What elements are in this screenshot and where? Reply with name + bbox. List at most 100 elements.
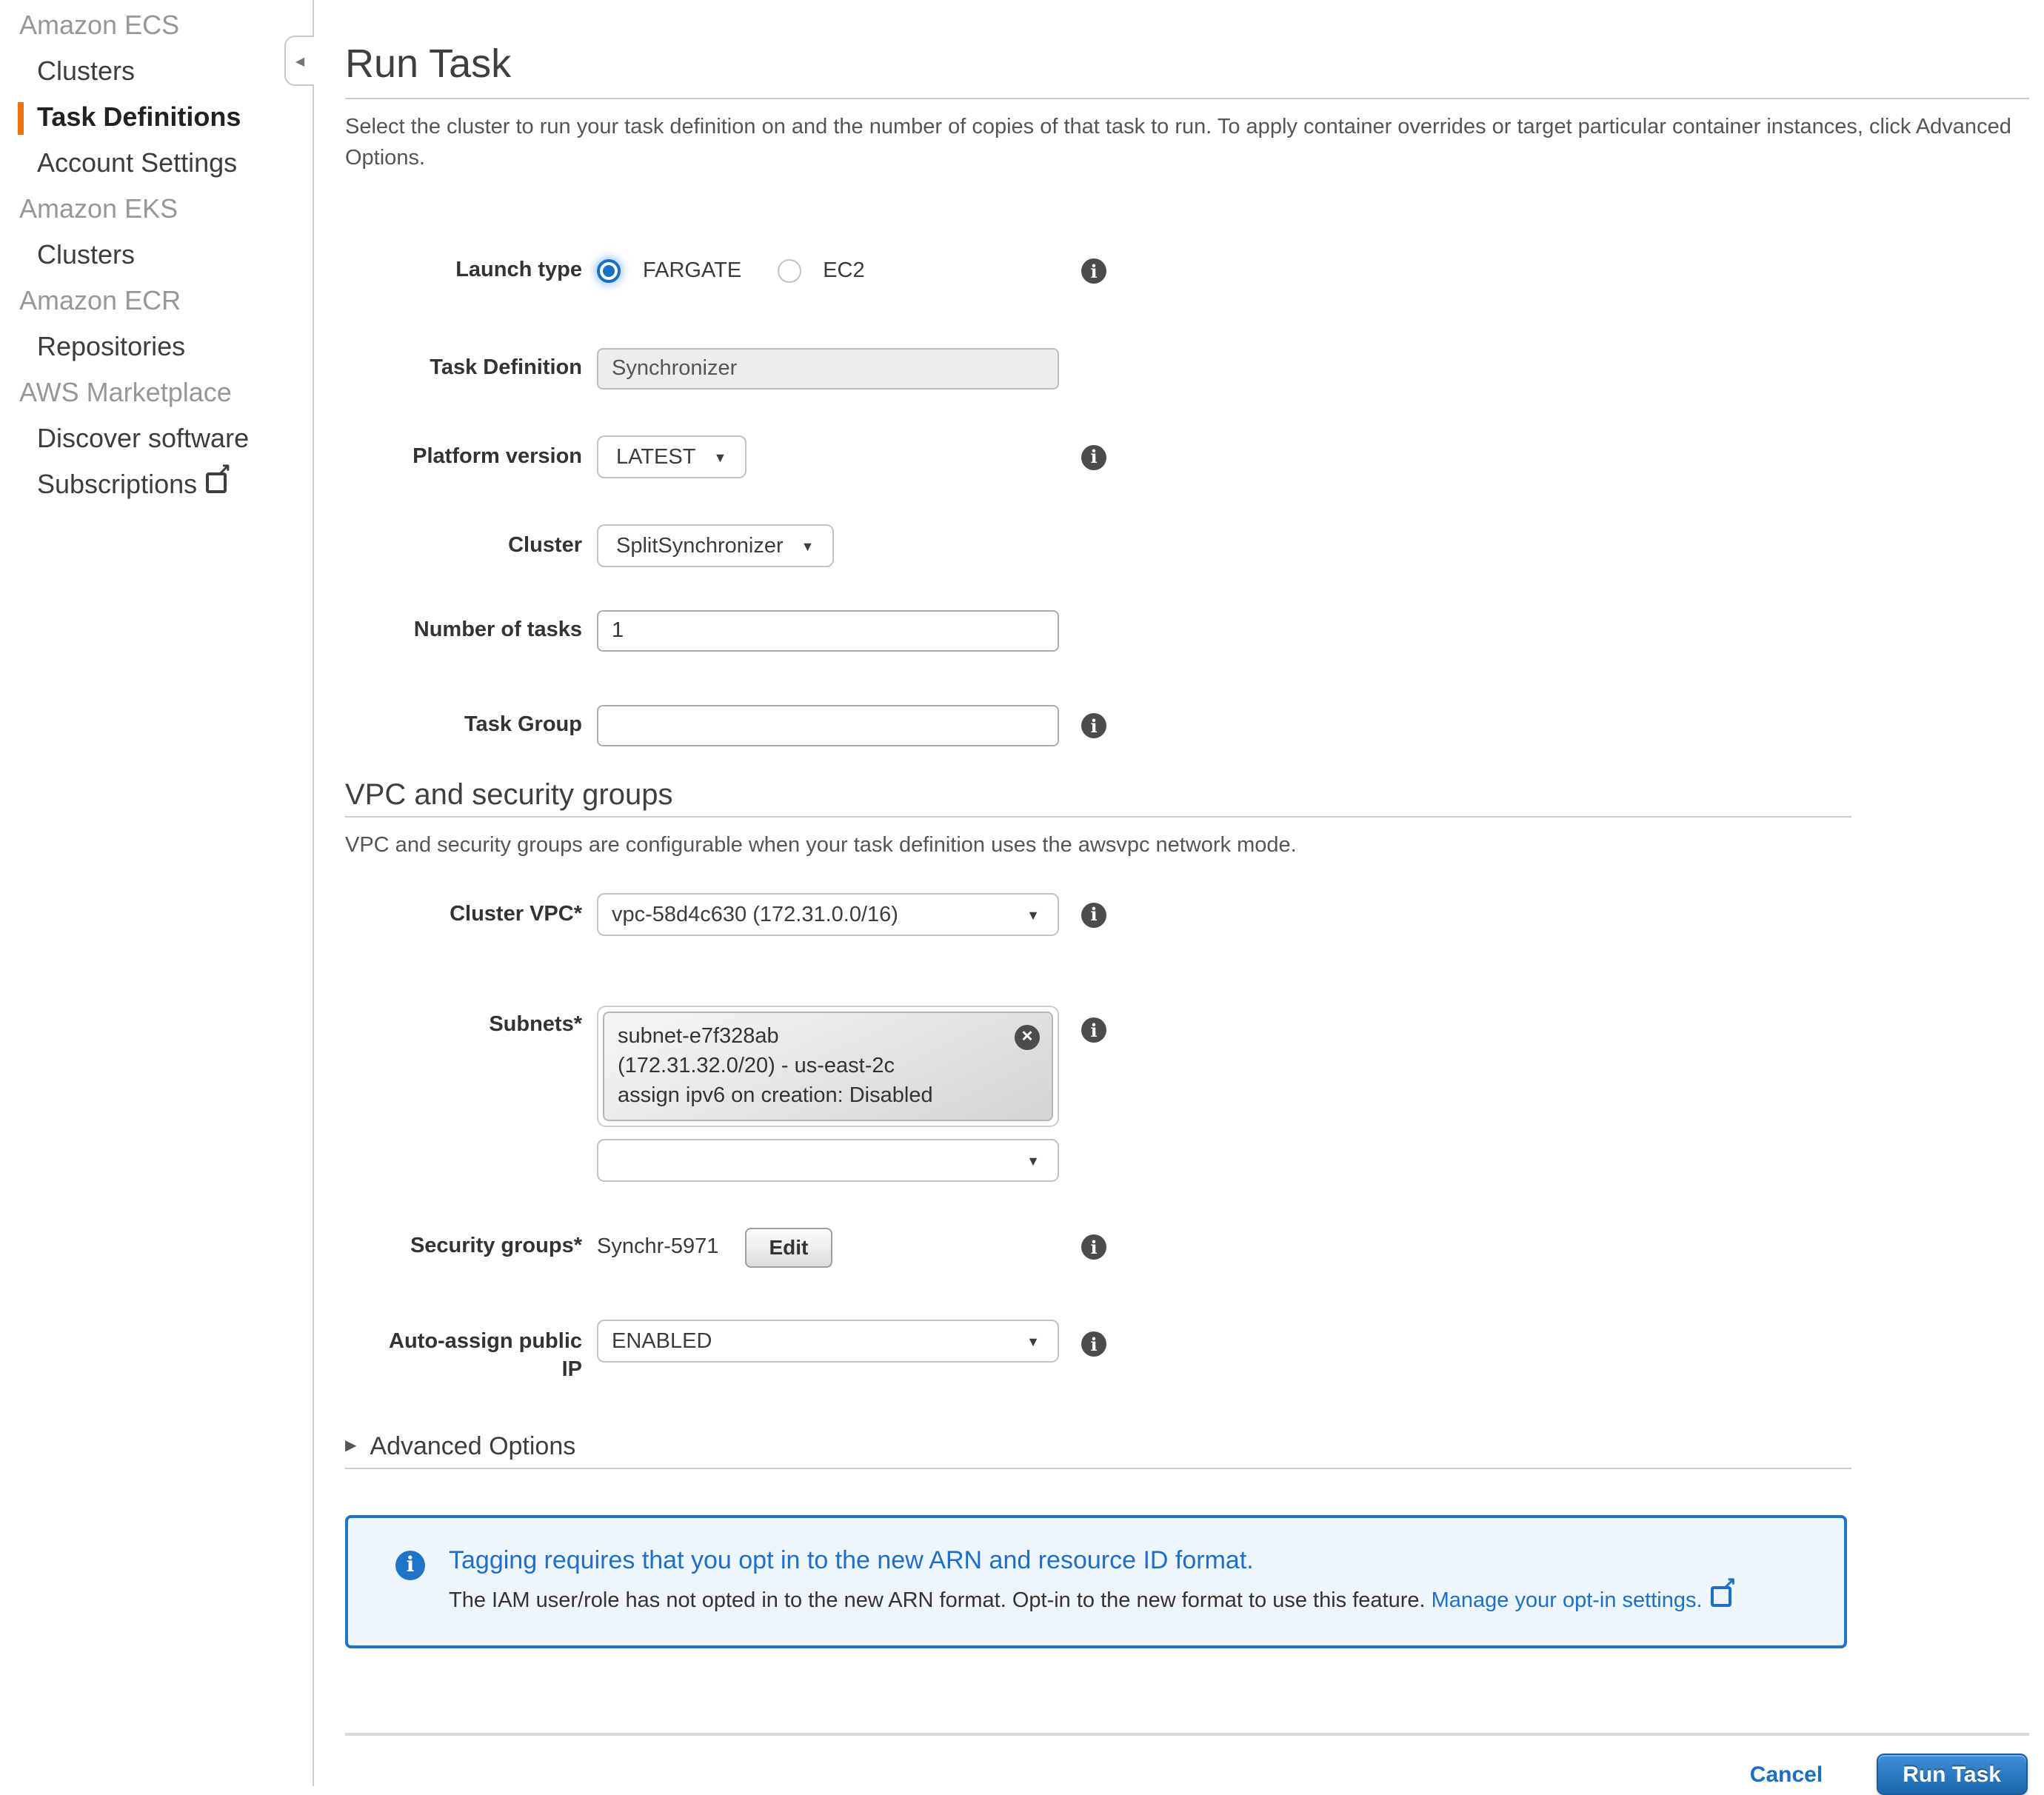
cluster-vpc-info-icon[interactable]: i <box>1081 902 1106 927</box>
sidebar-section-amazon-ecr: Amazon ECR <box>0 278 313 324</box>
subnets-row: Subnets* subnet-e7f328ab (172.31.32.0/20… <box>345 1006 2029 1182</box>
advanced-options-label: Advanced Options <box>370 1431 575 1462</box>
task-group-label: Task Group <box>345 712 582 740</box>
launch-type-label: Launch type <box>345 257 582 285</box>
caret-down-icon: ▼ <box>801 538 815 553</box>
alert-title: Tagging requires that you opt in to the … <box>449 1545 1814 1576</box>
sidebar-item-task-definitions[interactable]: Task Definitions <box>0 95 313 141</box>
task-group-input[interactable] <box>597 705 1059 746</box>
cluster-value: SplitSynchronizer <box>616 534 784 558</box>
task-definition-label: Task Definition <box>345 355 582 383</box>
task-group-info-icon[interactable]: i <box>1081 713 1106 738</box>
alert-info-icon: i <box>395 1551 425 1580</box>
sidebar-section-aws-marketplace: AWS Marketplace <box>0 370 313 416</box>
manage-opt-in-link-label: Manage your opt-in settings. <box>1432 1589 1703 1613</box>
subnets-info-icon[interactable]: i <box>1081 1017 1106 1043</box>
vpc-section-title: VPC and security groups <box>345 779 2029 813</box>
alert-body: The IAM user/role has not opted in to th… <box>449 1586 1814 1616</box>
cluster-select[interactable]: SplitSynchronizer ▼ <box>597 524 834 567</box>
sidebar-section-amazon-eks: Amazon EKS <box>0 187 313 233</box>
subnets-control: subnet-e7f328ab (172.31.32.0/20) - us-ea… <box>597 1006 1059 1182</box>
sidebar-item-subscriptions[interactable]: Subscriptions <box>0 462 313 508</box>
tagging-alert: i Tagging requires that you opt in to th… <box>345 1515 1847 1648</box>
platform-version-row: Platform version LATEST ▼ i <box>345 435 2029 478</box>
subnet-chip: subnet-e7f328ab (172.31.32.0/20) - us-ea… <box>603 1012 1053 1121</box>
cluster-vpc-select[interactable]: vpc-58d4c630 (172.31.0.0/16) ▼ <box>597 893 1059 936</box>
task-definition-input[interactable] <box>597 348 1059 390</box>
subnets-label: Subnets* <box>345 1012 582 1040</box>
external-link-icon <box>1711 1586 1732 1607</box>
task-group-row: Task Group i <box>345 705 2029 746</box>
sidebar-collapse-button[interactable]: ◀ <box>284 36 314 86</box>
security-groups-row: Security groups* Synchr-5971 Edit i <box>345 1226 2029 1268</box>
security-groups-label: Security groups* <box>345 1233 582 1261</box>
sidebar-item-ecs-clusters[interactable]: Clusters <box>0 49 313 95</box>
sidebar: Amazon ECS Clusters Task Definitions Acc… <box>0 0 314 1786</box>
subnets-select[interactable]: ▼ <box>597 1139 1059 1182</box>
page: Amazon ECS Clusters Task Definitions Acc… <box>0 0 2044 1786</box>
auto-assign-ip-select[interactable]: ENABLED ▼ <box>597 1320 1059 1363</box>
title-divider <box>345 98 2029 99</box>
cancel-button[interactable]: Cancel <box>1750 1762 1823 1787</box>
fargate-radio[interactable] <box>597 259 621 283</box>
auto-assign-ip-info-icon[interactable]: i <box>1081 1331 1106 1357</box>
caret-down-icon: ▼ <box>1026 1153 1040 1168</box>
task-definition-row: Task Definition <box>345 348 2029 390</box>
sidebar-item-account-settings[interactable]: Account Settings <box>0 141 313 187</box>
cluster-label: Cluster <box>345 532 582 560</box>
launch-type-radio-group: FARGATE EC2 <box>597 259 901 283</box>
cluster-row: Cluster SplitSynchronizer ▼ <box>345 524 2029 567</box>
sidebar-item-label: Discover software <box>37 424 249 453</box>
run-task-button[interactable]: Run Task <box>1876 1754 2028 1795</box>
collapse-arrow-icon: ◀ <box>295 54 304 67</box>
platform-version-value: LATEST <box>616 445 695 469</box>
ec2-radio[interactable] <box>777 259 801 283</box>
sidebar-item-label: Repositories <box>37 332 185 361</box>
number-of-tasks-input[interactable] <box>597 610 1059 652</box>
advanced-options-divider <box>345 1468 1851 1469</box>
auto-assign-ip-row: Auto-assign public IP ENABLED ▼ i <box>345 1320 2029 1363</box>
subnet-chip-line: assign ipv6 on creation: Disabled <box>618 1081 1004 1111</box>
remove-subnet-icon[interactable]: ✕ <box>1015 1025 1040 1050</box>
sidebar-item-repositories[interactable]: Repositories <box>0 324 313 370</box>
number-of-tasks-label: Number of tasks <box>345 617 582 645</box>
sidebar-item-label: Task Definitions <box>37 102 241 132</box>
launch-type-info-icon[interactable]: i <box>1081 258 1106 284</box>
sidebar-item-eks-clusters[interactable]: Clusters <box>0 233 313 278</box>
manage-opt-in-link[interactable]: Manage your opt-in settings. <box>1432 1589 1732 1613</box>
alert-body-text: The IAM user/role has not opted in to th… <box>449 1589 1426 1613</box>
sidebar-item-label: Account Settings <box>37 148 237 178</box>
subnet-chip-line: (172.31.32.0/20) - us-east-2c <box>618 1052 1004 1081</box>
fargate-radio-label: FARGATE <box>643 259 741 283</box>
caret-down-icon: ▼ <box>713 449 727 464</box>
page-description: Select the cluster to run your task defi… <box>345 113 2022 173</box>
vpc-section-divider <box>345 816 1851 818</box>
external-link-icon <box>206 472 227 493</box>
edit-security-groups-button[interactable]: Edit <box>745 1227 832 1267</box>
launch-type-row: Launch type FARGATE EC2 i <box>345 250 2029 292</box>
subnet-chip-line: subnet-e7f328ab <box>618 1022 1004 1052</box>
caret-down-icon: ▼ <box>1026 1334 1040 1348</box>
vpc-section-subtitle: VPC and security groups are configurable… <box>345 831 2029 860</box>
page-title: Run Task <box>345 40 2029 87</box>
subnets-selected-list: subnet-e7f328ab (172.31.32.0/20) - us-ea… <box>597 1006 1059 1127</box>
platform-version-select[interactable]: LATEST ▼ <box>597 435 746 478</box>
platform-version-label: Platform version <box>345 443 582 471</box>
footer-actions: Cancel Run Task <box>345 1754 2029 1795</box>
advanced-options-toggle[interactable]: ▶ Advanced Options <box>345 1431 2029 1462</box>
sidebar-section-amazon-ecs: Amazon ECS <box>0 3 313 49</box>
expand-arrow-icon: ▶ <box>345 1431 356 1462</box>
sidebar-item-label: Clusters <box>37 56 135 86</box>
footer-divider <box>345 1733 2029 1736</box>
caret-down-icon: ▼ <box>1026 907 1040 922</box>
sidebar-item-label: Subscriptions <box>37 469 197 499</box>
sidebar-item-discover-software[interactable]: Discover software <box>0 416 313 462</box>
cluster-vpc-row: Cluster VPC* vpc-58d4c630 (172.31.0.0/16… <box>345 893 2029 936</box>
auto-assign-ip-value: ENABLED <box>612 1329 712 1353</box>
auto-assign-ip-label: Auto-assign public IP <box>345 1328 582 1385</box>
sidebar-item-label: Clusters <box>37 240 135 270</box>
run-task-form: Launch type FARGATE EC2 i Task Definitio… <box>345 250 2029 1795</box>
security-groups-info-icon[interactable]: i <box>1081 1234 1106 1260</box>
platform-version-info-icon[interactable]: i <box>1081 444 1106 469</box>
ec2-radio-label: EC2 <box>823 259 864 283</box>
